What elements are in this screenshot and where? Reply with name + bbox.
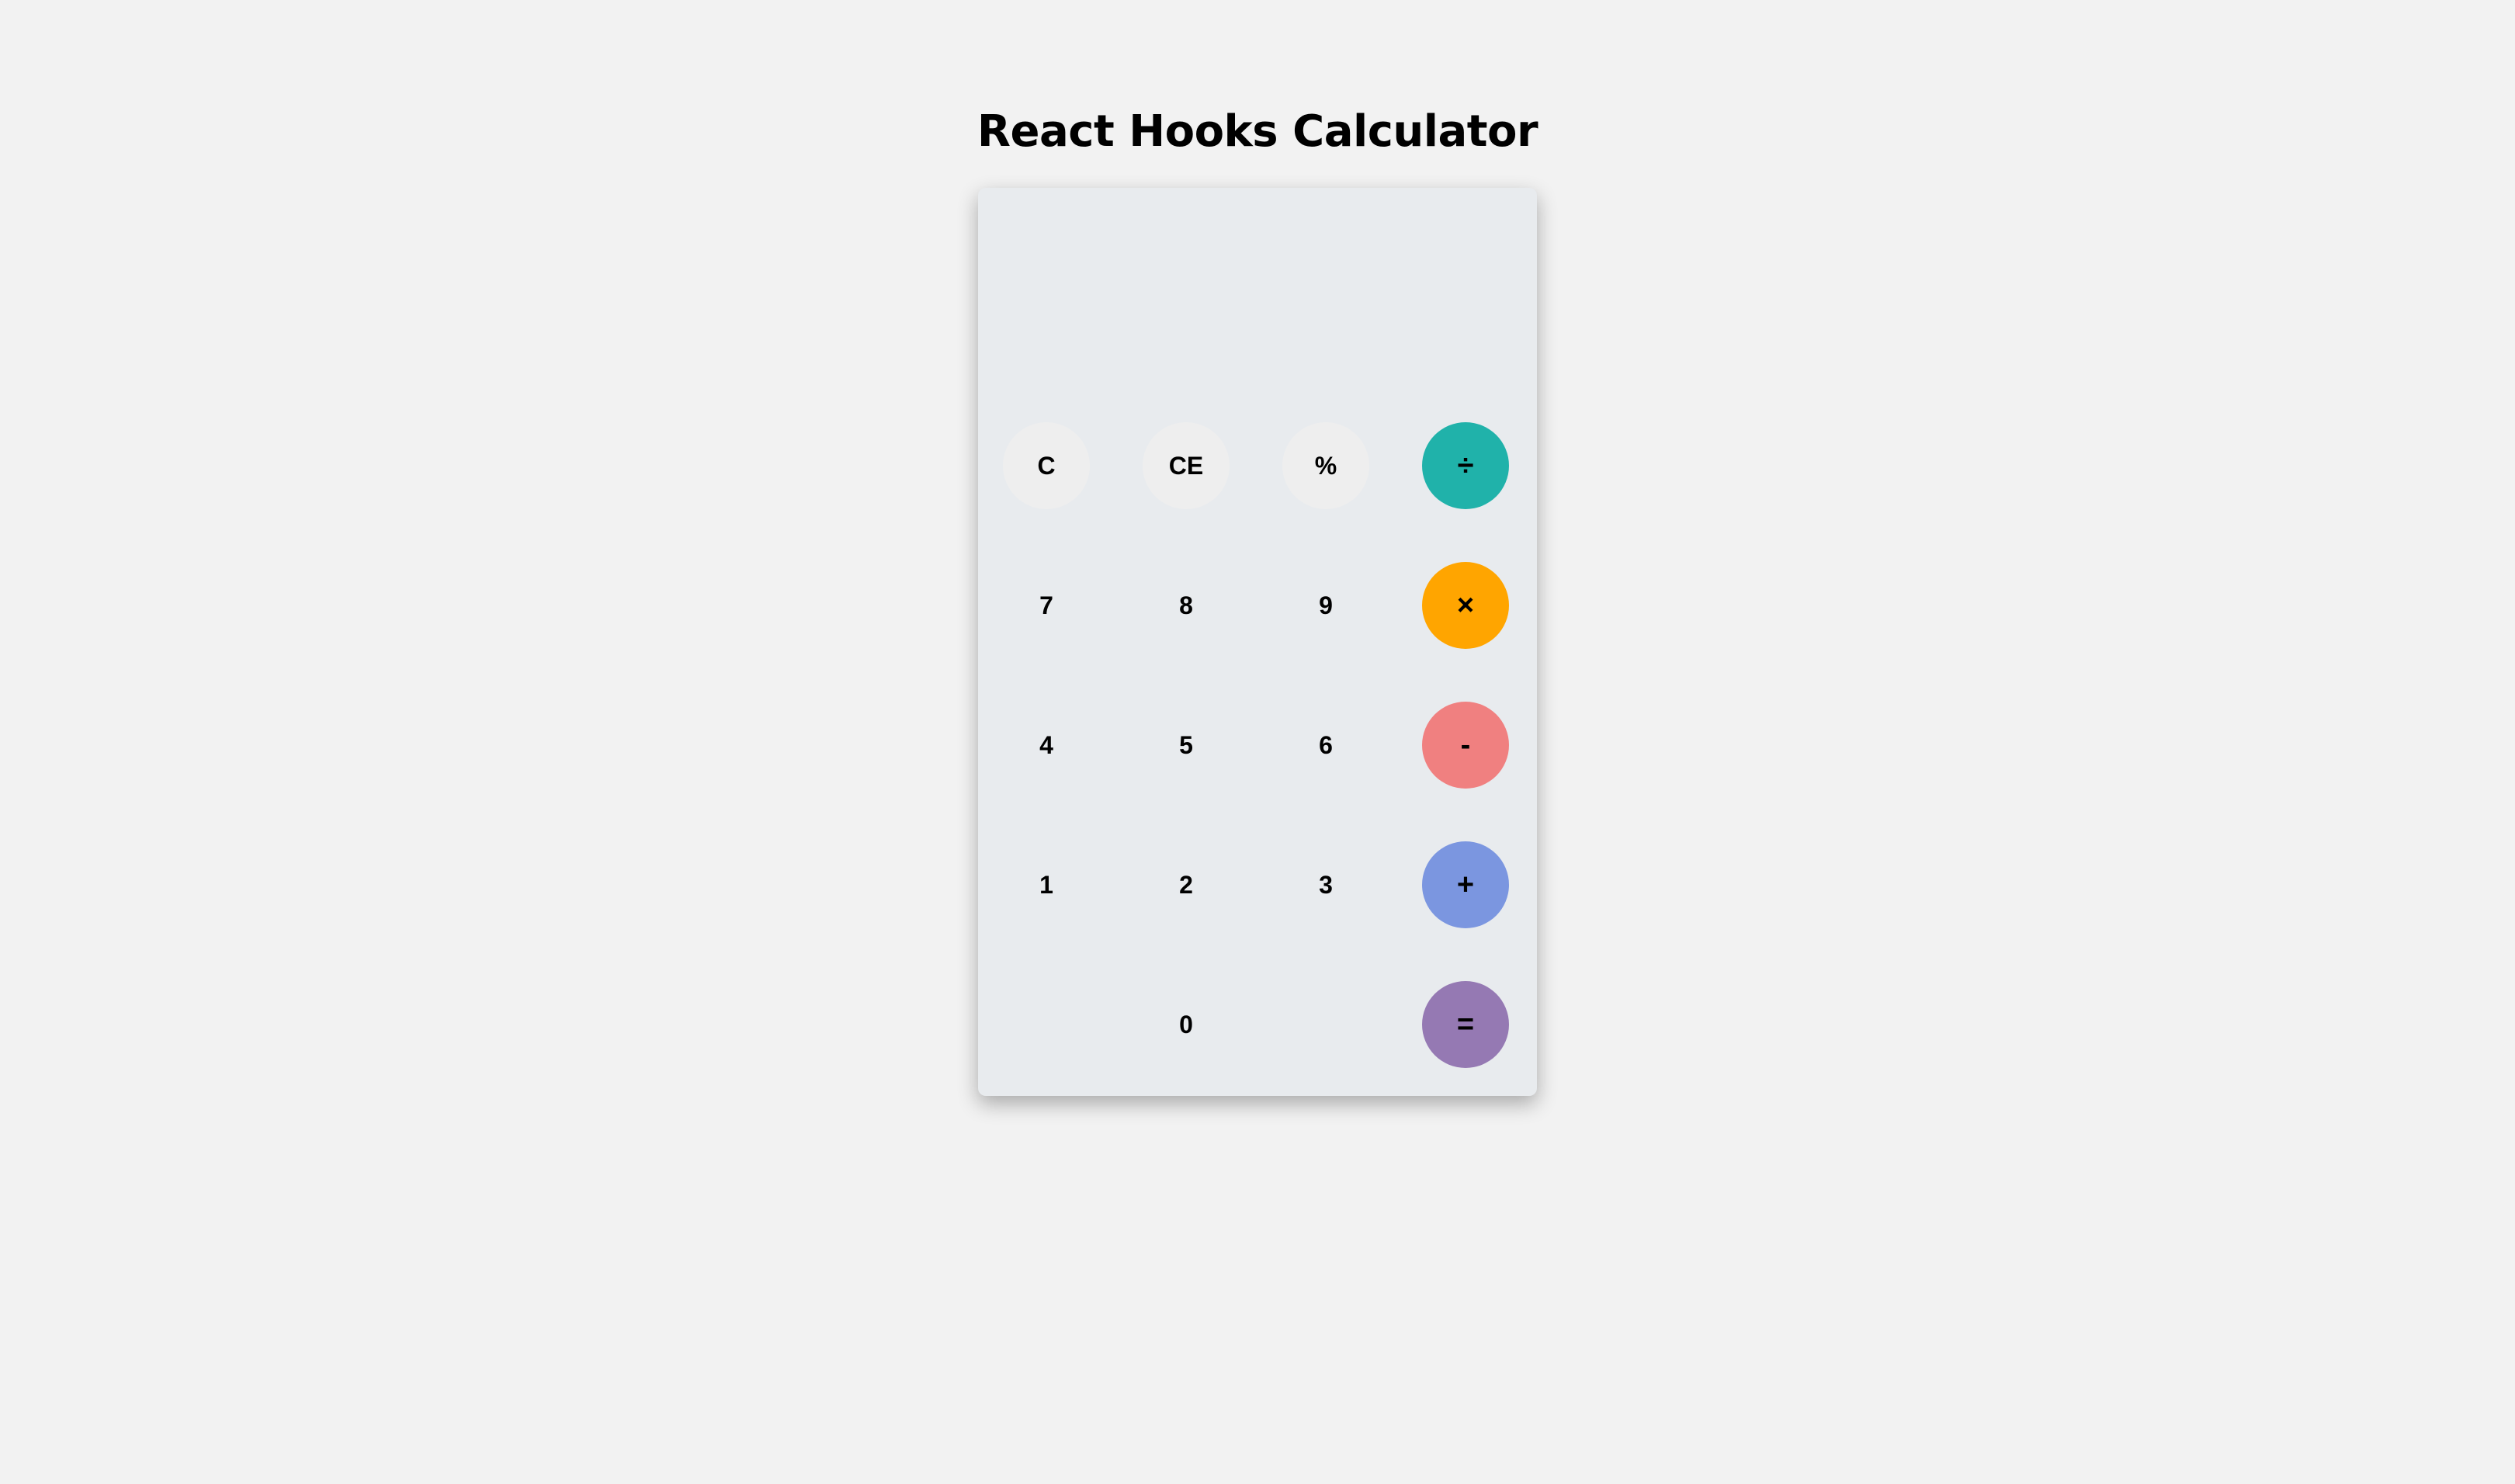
equals-button[interactable]: =: [1422, 981, 1509, 1068]
page: React Hooks Calculator C CE% ÷ 7 8 9 × 4 5 6- 1 2 3 +…: [0, 0, 2515, 1484]
divide-button[interactable]: ÷: [1422, 422, 1509, 509]
digit-4-button[interactable]: 4: [1003, 702, 1090, 789]
multiply-button[interactable]: ×: [1422, 562, 1509, 649]
digit-5-button[interactable]: 5: [1143, 702, 1230, 789]
keypad: C CE% ÷ 7 8 9 × 4 5 6- 1 2 3 +0 =: [1003, 422, 1512, 1068]
add-button[interactable]: +: [1422, 841, 1509, 928]
empty-key-slot: [1282, 981, 1369, 1068]
clear-button[interactable]: C: [1003, 422, 1090, 509]
empty-key-slot: [1003, 981, 1090, 1068]
digit-9-button[interactable]: 9: [1282, 562, 1369, 649]
digit-8-button[interactable]: 8: [1143, 562, 1230, 649]
digit-2-button[interactable]: 2: [1143, 841, 1230, 928]
percent-button[interactable]: %: [1282, 422, 1369, 509]
subtract-button[interactable]: -: [1422, 702, 1509, 789]
calculator-display: [978, 188, 1537, 413]
digit-7-button[interactable]: 7: [1003, 562, 1090, 649]
digit-6-button[interactable]: 6: [1282, 702, 1369, 789]
clear-entry-button[interactable]: CE: [1143, 422, 1230, 509]
calculator: C CE% ÷ 7 8 9 × 4 5 6- 1 2 3 +0 =: [978, 188, 1537, 1096]
digit-0-button[interactable]: 0: [1143, 981, 1230, 1068]
digit-1-button[interactable]: 1: [1003, 841, 1090, 928]
digit-3-button[interactable]: 3: [1282, 841, 1369, 928]
page-title: React Hooks Calculator: [977, 106, 1538, 157]
